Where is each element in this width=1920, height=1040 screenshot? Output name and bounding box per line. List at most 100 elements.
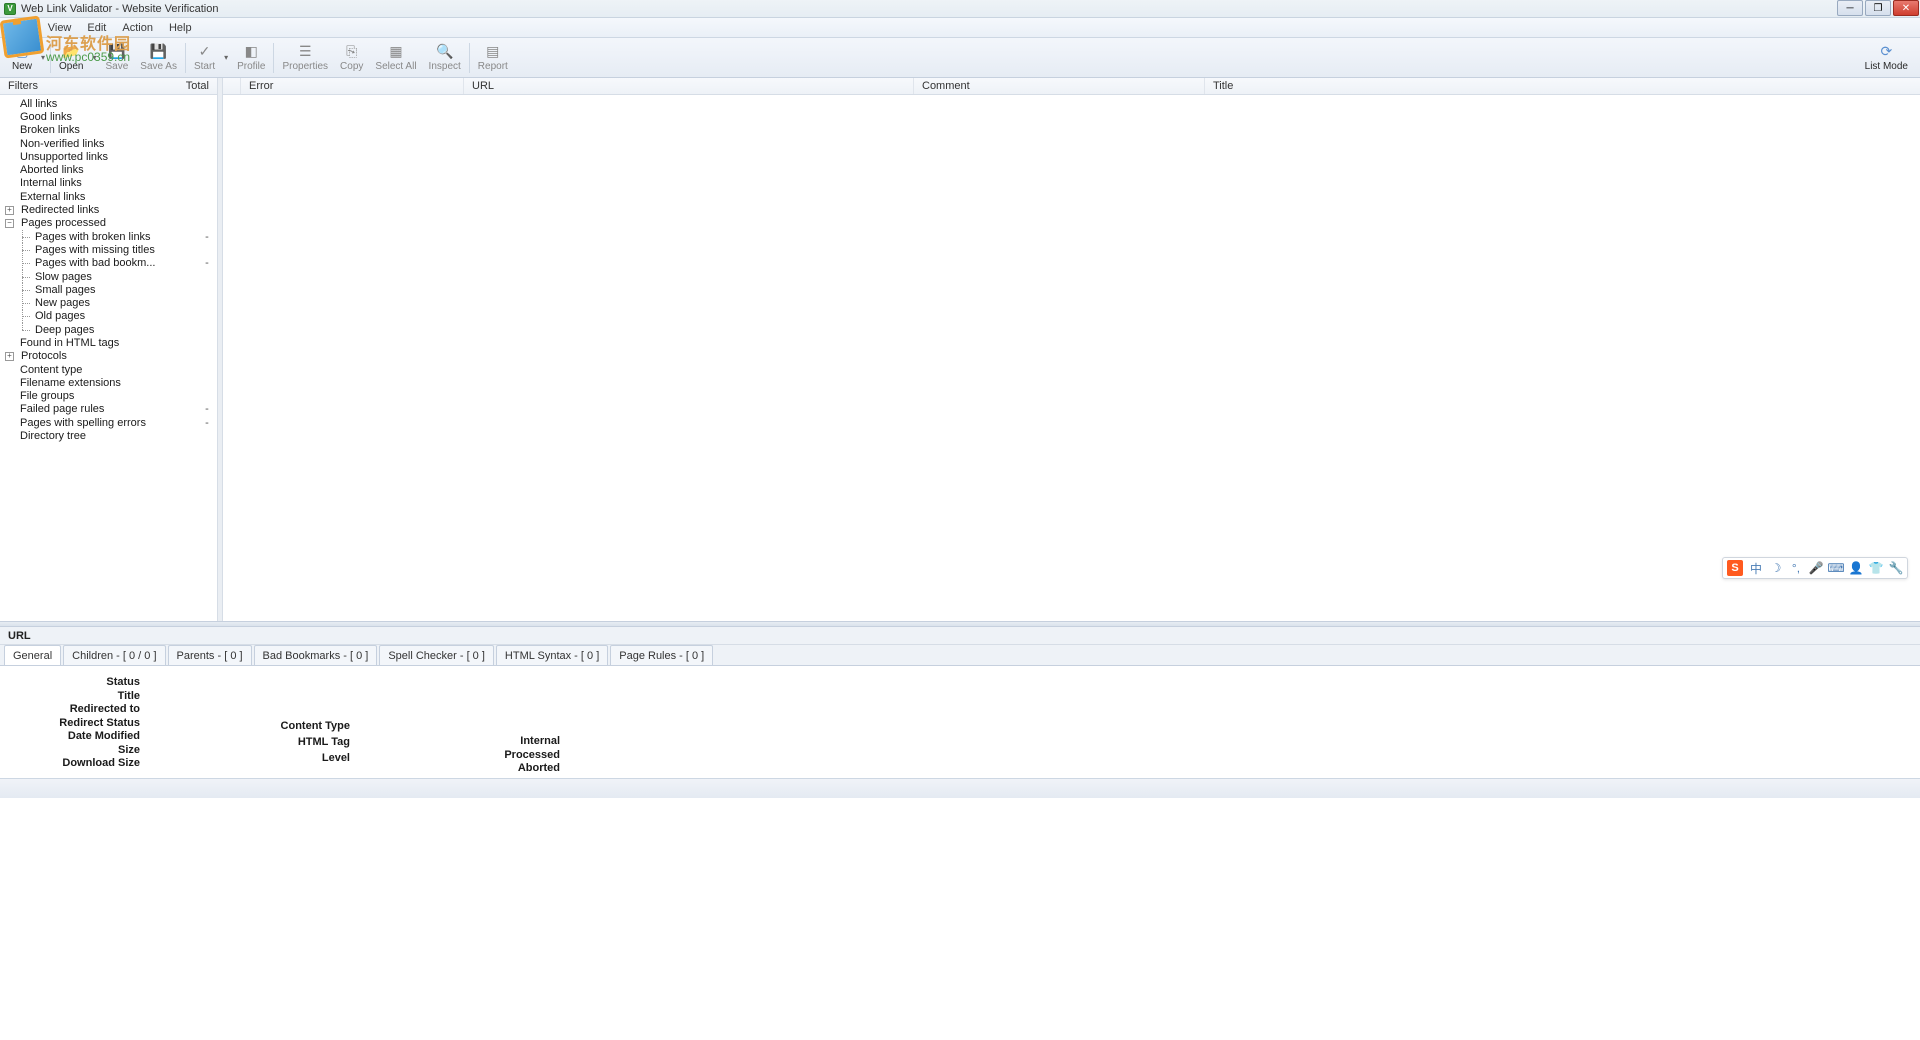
label-status: Status [20,676,140,688]
tab-general[interactable]: General [4,645,61,665]
tab-html-syntax[interactable]: HTML Syntax - [ 0 ] [496,645,608,665]
tree-deep-pages[interactable]: Deep pages [0,323,217,336]
profile-button[interactable]: ◧Profile [231,40,271,76]
start-icon: ✓ [197,44,213,60]
ime-lang-icon[interactable]: 中 [1749,561,1763,575]
report-button[interactable]: ▤Report [472,40,514,76]
menu-view[interactable]: View [40,20,80,36]
ime-keyboard-icon[interactable]: ⌨ [1829,561,1843,575]
tree-external-links[interactable]: External links [0,190,217,203]
tree-pages-processed[interactable]: −Pages processed [0,217,217,230]
ime-wrench-icon[interactable]: 🔧 [1889,561,1903,575]
col-comment[interactable]: Comment [914,78,1205,94]
tree-old-pages[interactable]: Old pages [0,310,217,323]
main-area: Filters Total All links Good links Broke… [0,78,1920,621]
tree-pages-bad-bookmarks[interactable]: Pages with bad bookm...- [0,257,217,270]
copy-icon: ⎘ [344,44,360,60]
report-icon: ▤ [485,44,501,60]
tree-aborted-links[interactable]: Aborted links [0,163,217,176]
ime-person-icon[interactable]: 👤 [1849,561,1863,575]
tree-good-links[interactable]: Good links [0,110,217,123]
minimize-button[interactable]: ─ [1837,0,1863,16]
total-col-label[interactable]: Total [167,80,217,92]
menu-file[interactable]: File [6,20,40,36]
properties-button[interactable]: ☰Properties [276,40,334,76]
tab-page-rules[interactable]: Page Rules - [ 0 ] [610,645,713,665]
url-label-row: URL [0,627,1920,645]
tree-slow-pages[interactable]: Slow pages [0,270,217,283]
filters-col-label[interactable]: Filters [0,80,167,92]
results-body[interactable]: S 中 ☽ °, 🎤 ⌨ 👤 👕 🔧 [223,95,1920,621]
details-tabs: General Children - [ 0 / 0 ] Parents - [… [0,645,1920,666]
col-url[interactable]: URL [464,78,914,94]
label-processed: Processed [430,749,560,761]
inspect-icon: 🔍 [437,44,453,60]
tab-children[interactable]: Children - [ 0 / 0 ] [63,645,165,665]
save-icon: 💾 [109,44,125,60]
menu-help[interactable]: Help [161,20,200,36]
tree-directory-tree[interactable]: Directory tree [0,429,217,442]
tab-bad-bookmarks[interactable]: Bad Bookmarks - [ 0 ] [254,645,378,665]
tree-broken-links[interactable]: Broken links [0,124,217,137]
label-download-size: Download Size [20,757,140,769]
separator [185,43,186,73]
col-error[interactable]: Error [241,78,464,94]
start-dropdown[interactable]: ▾ [221,40,231,76]
new-button[interactable]: ▢New [6,40,38,76]
tree-nonverified-links[interactable]: Non-verified links [0,137,217,150]
ime-mic-icon[interactable]: 🎤 [1809,561,1823,575]
tree-file-groups[interactable]: File groups [0,390,217,403]
tree-small-pages[interactable]: Small pages [0,283,217,296]
tree-pages-missing-titles[interactable]: Pages with missing titles [0,243,217,256]
expand-icon[interactable]: + [5,352,14,361]
tree-all-links[interactable]: All links [0,97,217,110]
menu-bar: File View Edit Action Help [0,18,1920,38]
selectall-button[interactable]: ▦Select All [369,40,422,76]
app-icon: V [4,3,16,15]
tab-parents[interactable]: Parents - [ 0 ] [168,645,252,665]
ime-toolbar[interactable]: S 中 ☽ °, 🎤 ⌨ 👤 👕 🔧 [1722,557,1908,579]
maximize-button[interactable]: ❐ [1865,0,1891,16]
label-redirect-status: Redirect Status [20,717,140,729]
open-dropdown[interactable]: ▾ [89,40,99,76]
tree-pages-broken[interactable]: Pages with broken links- [0,230,217,243]
menu-action[interactable]: Action [114,20,161,36]
ime-moon-icon[interactable]: ☽ [1769,561,1783,575]
label-level: Level [220,752,350,767]
menu-edit[interactable]: Edit [79,20,114,36]
tree-new-pages[interactable]: New pages [0,296,217,309]
ime-logo-icon[interactable]: S [1727,560,1743,576]
tree-redirected-links[interactable]: +Redirected links [0,203,217,216]
close-button[interactable]: ✕ [1893,0,1919,16]
save-button[interactable]: 💾Save [99,40,134,76]
col-title[interactable]: Title [1205,78,1920,94]
tree-content-type[interactable]: Content type [0,363,217,376]
tree-protocols[interactable]: +Protocols [0,350,217,363]
tree-failed-rules[interactable]: Failed page rules- [0,403,217,416]
saveas-button[interactable]: 💾Save As [134,40,183,76]
tree-filename-ext[interactable]: Filename extensions [0,376,217,389]
ime-punct-icon[interactable]: °, [1789,561,1803,575]
expand-icon[interactable]: + [5,206,14,215]
tree-spelling-errors[interactable]: Pages with spelling errors- [0,416,217,429]
new-dropdown[interactable]: ▾ [38,40,48,76]
label-html-tag: HTML Tag [220,736,350,751]
open-button[interactable]: 📂Open [53,40,89,76]
tree-internal-links[interactable]: Internal links [0,177,217,190]
filters-tree[interactable]: All links Good links Broken links Non-ve… [0,95,217,621]
details-col-3: Internal Processed Aborted [430,676,560,768]
label-redirected-to: Redirected to [20,703,140,715]
results-header: Error URL Comment Title [223,78,1920,95]
start-button[interactable]: ✓Start [188,40,221,76]
tab-spell-checker[interactable]: Spell Checker - [ 0 ] [379,645,494,665]
label-size: Size [20,744,140,756]
profile-icon: ◧ [243,44,259,60]
tree-unsupported-links[interactable]: Unsupported links [0,150,217,163]
inspect-button[interactable]: 🔍Inspect [423,40,467,76]
collapse-icon[interactable]: − [5,219,14,228]
copy-button[interactable]: ⎘Copy [334,40,369,76]
tree-found-html-tags[interactable]: Found in HTML tags [0,336,217,349]
listmode-button[interactable]: ⟳List Mode [1859,40,1914,76]
ime-shirt-icon[interactable]: 👕 [1869,561,1883,575]
label-title: Title [20,690,140,702]
